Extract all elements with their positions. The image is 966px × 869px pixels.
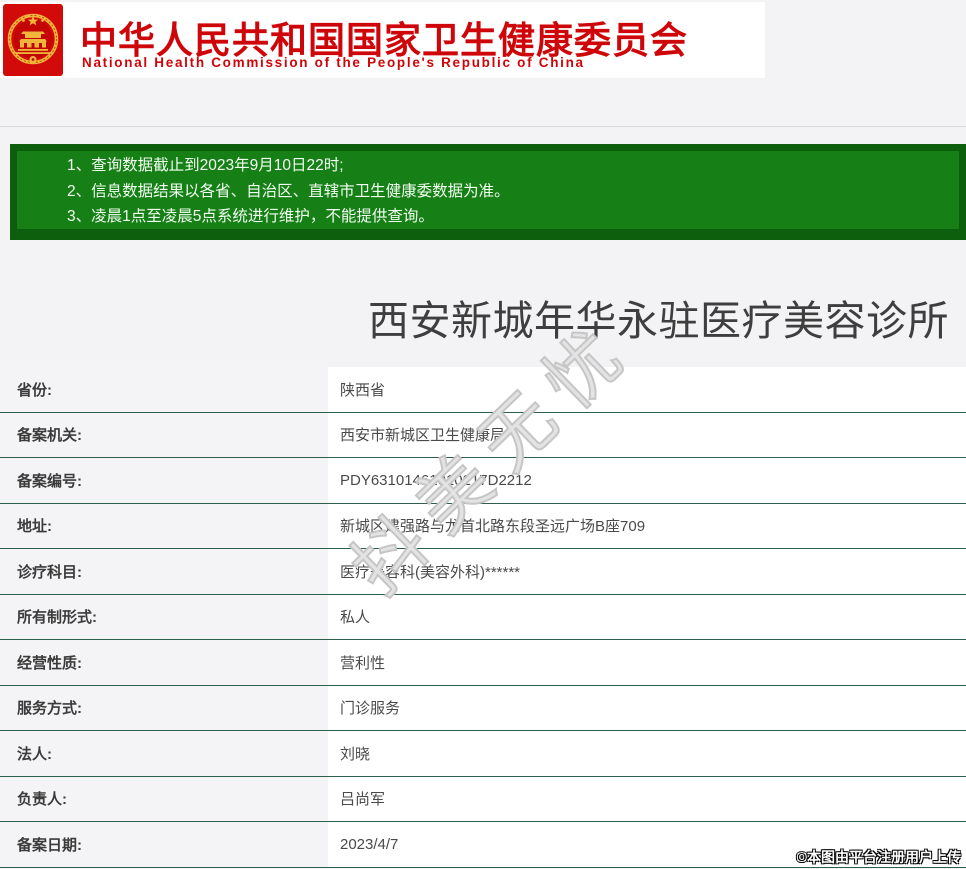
row-value: 陕西省 (328, 367, 966, 412)
row-value: PDY63101461010217D2212 (328, 458, 966, 503)
row-value: 吕尚军 (328, 776, 966, 821)
facility-info-table: 省份: 陕西省 备案机关: 西安市新城区卫生健康局 备案编号: PDY63101… (0, 367, 966, 868)
header-title-en: National Health Commission of the People… (82, 55, 585, 70)
row-label: 备案编号: (0, 458, 328, 503)
row-label: 所有制形式: (0, 594, 328, 639)
header-divider (0, 126, 966, 127)
row-label: 服务方式: (0, 685, 328, 730)
row-value: 西安市新城区卫生健康局 (328, 412, 966, 457)
row-value: 营利性 (328, 640, 966, 685)
notice-box: 1、查询数据截止到2023年9月10日22时; 2、信息数据结果以各省、自治区、… (10, 144, 966, 240)
national-emblem-icon[interactable] (3, 4, 63, 76)
row-label: 地址: (0, 503, 328, 548)
upload-attribution: ©本图由平台注册用户上传 (796, 849, 961, 865)
row-label: 法人: (0, 731, 328, 776)
row-value: 新城区建强路与龙首北路东段圣远广场B座709 (328, 503, 966, 548)
notice-line-3: 3、凌晨1点至凌晨5点系统进行维护，不能提供查询。 (67, 208, 434, 225)
row-value: 刘晓 (328, 731, 966, 776)
notice-line-2: 2、信息数据结果以各省、自治区、直辖市卫生健康委数据为准。 (67, 182, 510, 200)
table-row-address: 地址: 新城区建强路与龙首北路东段圣远广场B座709 (0, 503, 966, 549)
row-label: 负责人: (0, 776, 328, 821)
notice-line-1: 1、查询数据截止到2023年9月10日22时; (67, 157, 344, 174)
site-header: 中华人民共和国国家卫生健康委员会 National Health Commiss… (0, 2, 765, 78)
row-label: 备案日期: (0, 822, 328, 867)
table-row-province: 省份: 陕西省 (0, 367, 966, 413)
table-row-ownership: 所有制形式: 私人 (0, 594, 966, 640)
table-row-filing-authority: 备案机关: 西安市新城区卫生健康局 (0, 412, 966, 458)
table-row-filing-number: 备案编号: PDY63101461010217D2212 (0, 458, 966, 504)
row-value: 医疗美容科(美容外科)****** (328, 549, 966, 594)
row-value: 私人 (328, 594, 966, 639)
table-row-service-mode: 服务方式: 门诊服务 (0, 685, 966, 731)
row-label: 备案机关: (0, 412, 328, 457)
table-row-responsible-person: 负责人: 吕尚军 (0, 776, 966, 822)
row-label: 诊疗科目: (0, 549, 328, 594)
table-row-legal-person: 法人: 刘晓 (0, 731, 966, 777)
table-row-business-nature: 经营性质: 营利性 (0, 640, 966, 686)
row-value: 门诊服务 (328, 685, 966, 730)
facility-title: 西安新城年华永驻医疗美容诊所 (368, 298, 949, 344)
table-row-medical-subjects: 诊疗科目: 医疗美容科(美容外科)****** (0, 549, 966, 595)
row-label: 省份: (0, 367, 328, 412)
row-label: 经营性质: (0, 640, 328, 685)
